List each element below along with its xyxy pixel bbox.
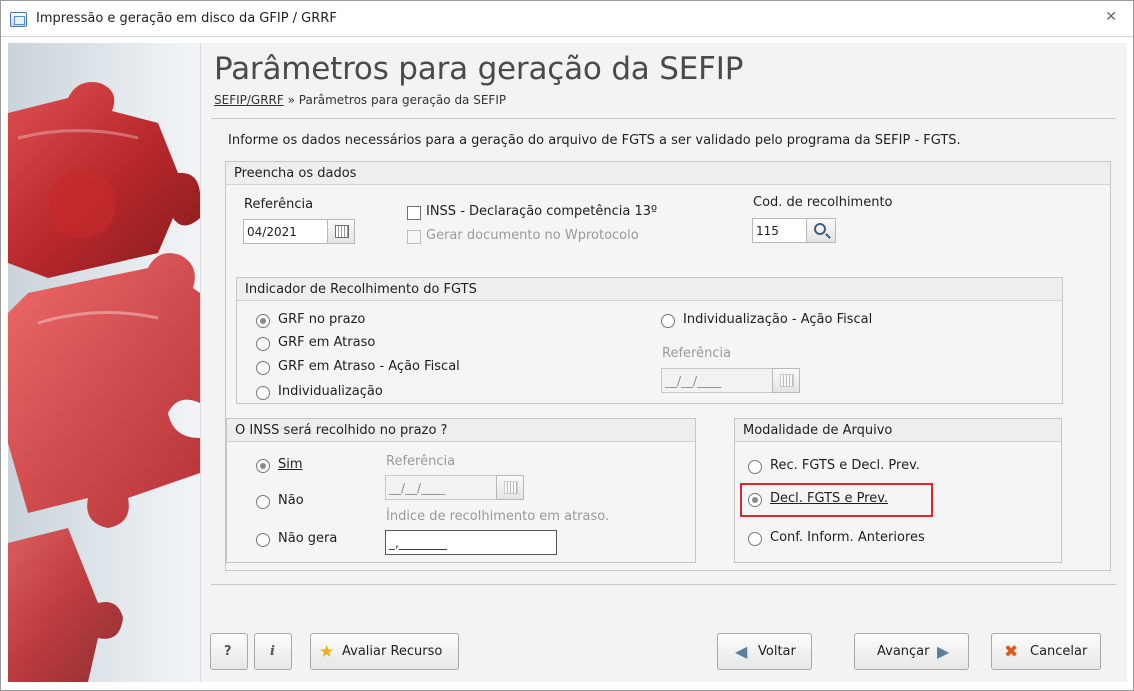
cancelar-label: Cancelar [1030, 644, 1088, 659]
avaliar-recurso-label: Avaliar Recurso [342, 644, 443, 659]
puzzle-pieces-illustration [8, 82, 200, 682]
info-icon: i [270, 644, 275, 659]
avaliar-recurso-button[interactable]: ★ Avaliar Recurso [310, 633, 459, 670]
cancelar-button[interactable]: ✖ Cancelar [991, 633, 1101, 670]
inss-referencia-label: Referência [386, 454, 456, 469]
referencia-label: Referência [244, 197, 314, 212]
radio-inss-nao-gera[interactable] [256, 533, 270, 547]
calendar-icon [780, 374, 794, 387]
group-title-inss: O INSS será recolhido no prazo ? [227, 419, 695, 442]
breadcrumb-separator: » [283, 93, 299, 107]
group-title-modalidade: Modalidade de Arquivo [735, 419, 1061, 442]
window-title: Impressão e geração em disco da GFIP / G… [36, 11, 337, 26]
group-indicador-fgts: Indicador de Recolhimento do FGTS GRF no… [236, 277, 1063, 404]
arrow-right-icon: ▶ [937, 642, 950, 661]
voltar-button[interactable]: ◀ Voltar [717, 633, 812, 670]
radio-rec-fgts-decl-prev[interactable] [748, 460, 762, 474]
referencia-calendar-button[interactable] [327, 219, 355, 244]
cod-recolhimento-label: Cod. de recolhimento [753, 195, 893, 210]
arrow-left-icon: ◀ [735, 642, 748, 661]
dialog-window: Impressão e geração em disco da GFIP / G… [0, 0, 1134, 691]
radio-grf-atraso-acao-fiscal[interactable] [256, 361, 270, 375]
help-button[interactable]: ? [210, 633, 248, 670]
radio-label-individualizacao: Individualização [278, 384, 383, 399]
group-inss-prazo: O INSS será recolhido no prazo ? Sim Não… [226, 418, 696, 563]
star-icon: ★ [319, 642, 335, 662]
calendar-icon [504, 481, 518, 494]
indicador-referencia-input[interactable]: __/__/____ [661, 368, 773, 393]
info-text: Informe os dados necessários para a gera… [228, 133, 961, 148]
breadcrumb: SEFIP/GRRF » Parâmetros para geração da … [214, 93, 506, 107]
indicador-referencia-label: Referência [662, 346, 732, 361]
radio-label-inss-nao-gera: Não gera [278, 531, 338, 546]
radio-label-grf-em-atraso: GRF em Atraso [278, 335, 376, 350]
indicador-referencia-calendar-button[interactable] [772, 368, 800, 393]
wprotocolo-label: Gerar documento no Wprotocolo [426, 228, 639, 243]
breadcrumb-current: Parâmetros para geração da SEFIP [298, 93, 507, 107]
header-divider [211, 118, 1116, 119]
footer-divider [211, 584, 1116, 585]
side-illustration [8, 43, 200, 682]
avancar-button[interactable]: Avançar ▶ [854, 633, 969, 670]
radio-label-decl-fgts-prev: Decl. FGTS e Prev. [770, 491, 889, 506]
inss-referencia-input[interactable]: __/__/____ [385, 475, 497, 500]
search-icon [814, 223, 826, 235]
info-button[interactable]: i [254, 633, 292, 670]
radio-label-grf-atraso-acao-fiscal: GRF em Atraso - Ação Fiscal [278, 359, 460, 374]
radio-conf-inform-anteriores[interactable] [748, 532, 762, 546]
radio-inss-nao[interactable] [256, 495, 270, 509]
avancar-label: Avançar [877, 644, 930, 659]
group-modalidade-arquivo: Modalidade de Arquivo Rec. FGTS e Decl. … [734, 418, 1062, 563]
radio-inss-sim[interactable] [256, 459, 270, 473]
cod-recolhimento-input[interactable]: 115 [752, 218, 807, 243]
radio-individualizacao-acao-fiscal[interactable] [661, 314, 675, 328]
indice-atraso-input[interactable]: _,________ [385, 530, 557, 555]
close-icon[interactable]: ✕ [1105, 9, 1117, 25]
cancel-x-icon: ✖ [1004, 642, 1019, 662]
help-icon: ? [224, 644, 232, 659]
group-title-indicador: Indicador de Recolhimento do FGTS [237, 278, 1062, 301]
cod-search-button[interactable] [806, 218, 836, 243]
radio-label-conf-inform-anteriores: Conf. Inform. Anteriores [770, 530, 925, 545]
radio-grf-em-atraso[interactable] [256, 337, 270, 351]
radio-label-grf-no-prazo: GRF no prazo [278, 312, 366, 327]
referencia-input[interactable]: 04/2021 [243, 219, 328, 244]
wprotocolo-checkbox[interactable] [407, 230, 421, 244]
radio-label-inss-sim: Sim [278, 457, 303, 472]
group-title-preencha-dados: Preencha os dados [226, 162, 1110, 185]
app-window-icon [10, 12, 27, 27]
calendar-icon [335, 225, 349, 238]
main-content: Parâmetros para geração da SEFIP SEFIP/G… [200, 43, 1127, 682]
title-bar: Impressão e geração em disco da GFIP / G… [1, 1, 1133, 37]
radio-label-individualizacao-acao-fiscal: Individualização - Ação Fiscal [683, 312, 873, 327]
inss-referencia-calendar-button[interactable] [496, 475, 524, 500]
radio-individualizacao[interactable] [256, 386, 270, 400]
inss-13-checkbox[interactable] [407, 206, 421, 220]
group-preencha-dados: Preencha os dados Referência 04/2021 INS… [225, 161, 1111, 571]
radio-grf-no-prazo[interactable] [256, 314, 270, 328]
voltar-label: Voltar [758, 644, 796, 659]
radio-label-rec-fgts-decl-prev: Rec. FGTS e Decl. Prev. [770, 458, 920, 473]
radio-label-inss-nao: Não [278, 493, 304, 508]
radio-decl-fgts-prev[interactable] [748, 493, 762, 507]
breadcrumb-link-sefip-grrf[interactable]: SEFIP/GRRF [214, 93, 284, 107]
inss-13-label: INSS - Declaração competência 13º [426, 204, 658, 219]
page-title: Parâmetros para geração da SEFIP [214, 51, 744, 87]
indice-atraso-label: Índice de recolhimento em atraso. [386, 509, 610, 524]
